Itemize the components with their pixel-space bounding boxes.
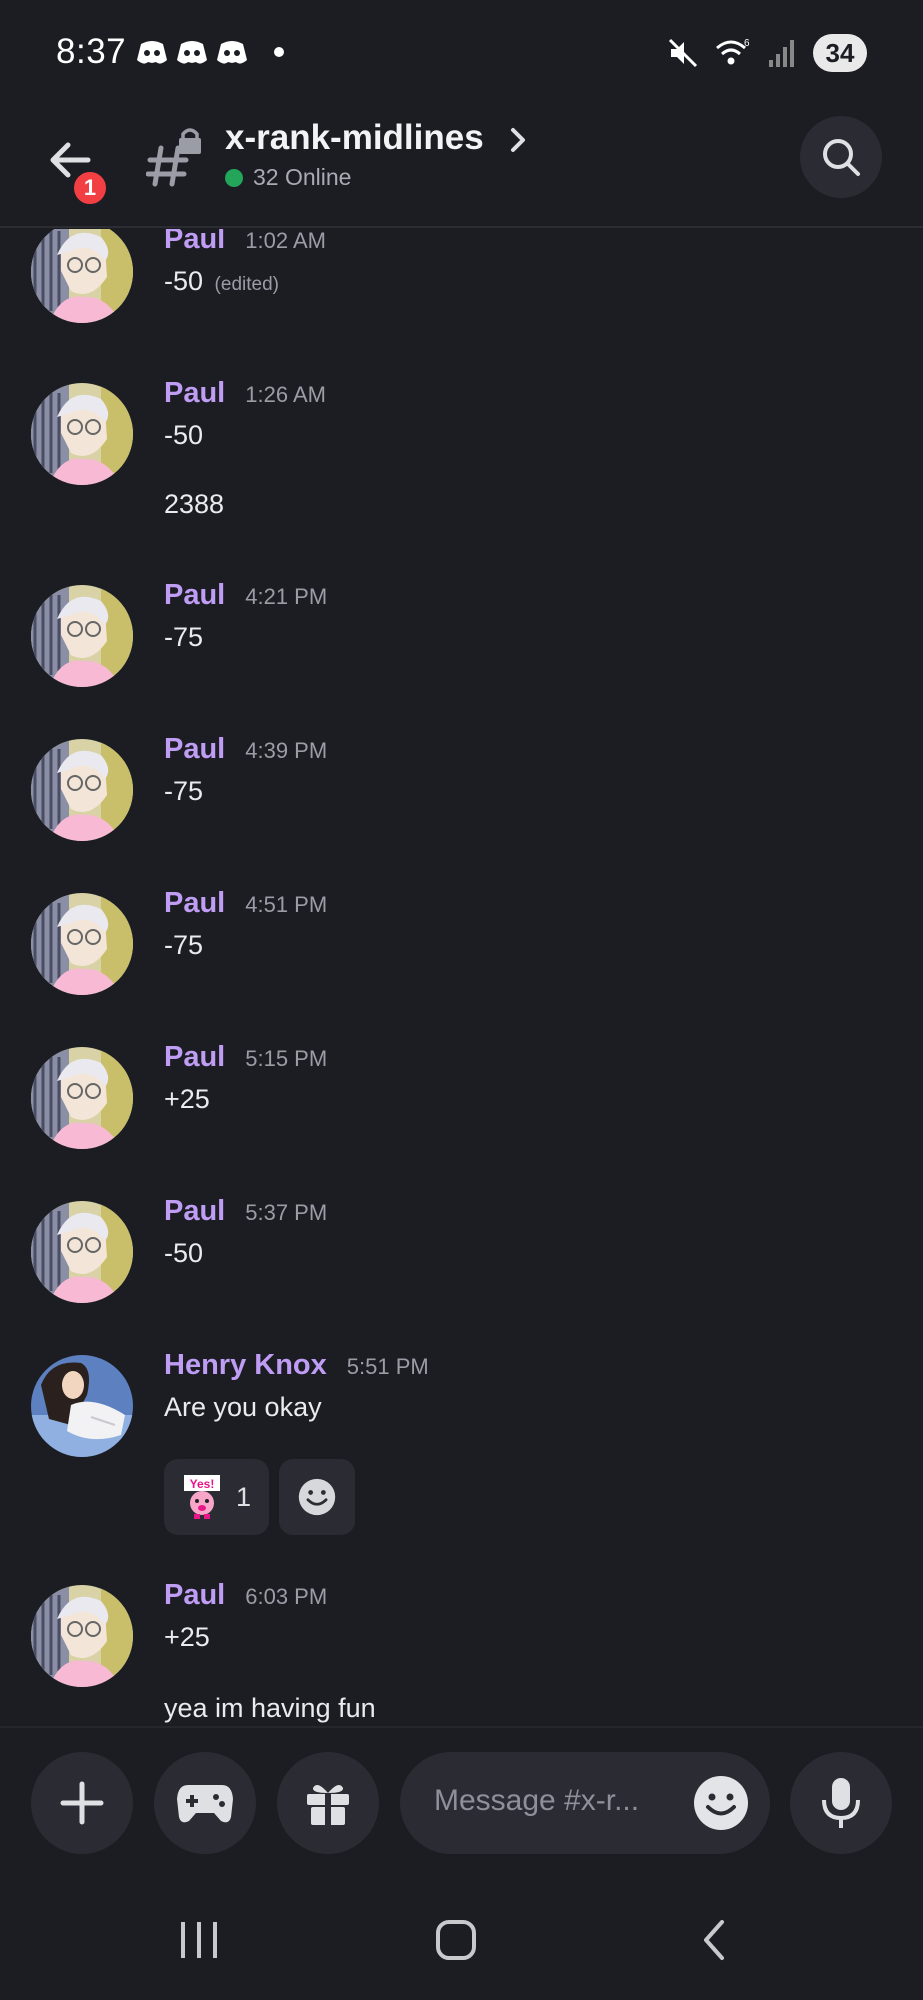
message-timestamp: 4:51 PM [245,892,328,917]
discord-icon [137,41,167,64]
locked-channel-icon [146,128,201,187]
message-author[interactable]: Paul 5:37 PM [164,1195,327,1228]
avatar[interactable] [31,1201,133,1303]
channel-name[interactable]: x-rank-midlines [225,118,484,158]
search-icon [823,139,860,176]
message-timestamp: 1:02 AM [245,229,326,253]
status-system-icons: 6 34 [667,34,867,72]
search-button[interactable] [800,116,882,198]
recent-apps-icon [181,1922,217,1958]
message-text: -50 (edited) [164,266,279,296]
reaction-count: 1 [236,1481,252,1512]
discord-icon [177,41,207,64]
gamepad-icon [177,1785,233,1823]
notification-badge: 1 [70,168,110,208]
message-text: -50 [164,420,204,450]
yes-sticker-emoji-icon: Yes! [184,1475,220,1519]
online-count: 32 Online [253,164,352,190]
svg-text:6: 6 [744,38,750,49]
home-icon [436,1920,476,1960]
gift-button[interactable] [277,1752,379,1854]
battery-icon: 34 [813,34,867,72]
message-placeholder: Message #x-r... [434,1784,640,1817]
voice-message-button[interactable] [790,1752,892,1854]
chevron-left-icon [704,1920,724,1960]
avatar[interactable] [31,383,133,485]
microphone-icon [822,1778,860,1828]
status-bar: 8:37 6 34 [0,0,923,108]
edited-label: (edited) [214,274,279,295]
avatar[interactable] [31,1585,133,1687]
message-author[interactable]: Paul 4:21 PM [164,579,327,612]
emoji-picker-icon[interactable] [692,1774,750,1832]
message-text: -50 [164,1238,204,1268]
message-text: -75 [164,930,204,960]
add-attachment-button[interactable] [31,1752,133,1854]
message-author[interactable]: Paul 6:03 PM [164,1579,327,1612]
avatar[interactable] [31,893,133,995]
discord-icon [217,41,247,64]
message-author[interactable]: Paul 5:15 PM [164,1041,327,1074]
message-timestamp: 6:03 PM [245,1584,328,1609]
avatar[interactable] [31,229,133,323]
signal-icon [769,40,794,67]
message-author[interactable]: Paul 4:51 PM [164,887,327,920]
message-author[interactable]: Paul 4:39 PM [164,733,327,766]
message-timestamp: 1:26 AM [245,382,326,407]
online-dot-icon [225,168,243,187]
online-status: 32 Online [225,164,351,191]
avatar[interactable] [31,1355,133,1457]
reaction-emoji-text: Yes! [190,1477,215,1491]
gift-icon [307,1784,349,1825]
message-timestamp: 5:15 PM [245,1046,328,1071]
message-text: +25 [164,1084,210,1114]
avatar[interactable] [31,1047,133,1149]
reaction-pill[interactable]: Yes! 1 [164,1459,270,1535]
message-author[interactable]: Paul 1:02 AM [164,229,326,256]
add-reaction-button[interactable] [279,1459,356,1535]
recent-apps-button[interactable] [169,1912,229,1968]
message-text: Are you okay [164,1392,322,1422]
system-navigation-bar [0,1876,923,2000]
home-button[interactable] [426,1912,486,1968]
message-author[interactable]: Paul 1:26 AM [164,377,326,410]
message-timestamp: 4:39 PM [245,738,328,763]
avatar[interactable] [31,739,133,841]
notification-dot-icon [274,47,284,57]
message-input[interactable]: Message #x-r... [400,1752,770,1854]
message-text: 2388 [164,489,225,519]
message-timestamp: 4:21 PM [245,584,328,609]
reaction-row: Yes! 1 [164,1459,356,1535]
mute-icon [668,38,698,68]
message-composer: Message #x-r... [0,1726,923,1876]
message-text: +25 [164,1622,210,1652]
message-list[interactable]: Paul 1:02 AM -50 (edited) Paul 1:26 AM -50… [0,229,923,1726]
message-text: -75 [164,622,204,652]
channel-header: 1 x-rank-midlines 32 Online [0,108,923,228]
plus-icon [60,1781,104,1825]
message-timestamp: 5:37 PM [245,1200,328,1225]
message-author[interactable]: Henry Knox 5:51 PM [164,1349,429,1382]
message-timestamp: 5:51 PM [346,1354,429,1379]
status-notification-icons [136,38,284,66]
add-emoji-icon [298,1478,336,1516]
message-text: yea im having fun [164,1693,376,1723]
system-back-button[interactable] [686,1912,746,1968]
chevron-right-icon[interactable] [505,124,531,156]
message-text: -75 [164,776,204,806]
activities-button[interactable] [154,1752,256,1854]
wifi-icon: 6 [716,38,750,65]
avatar[interactable] [31,585,133,687]
status-time: 8:37 [56,32,127,71]
